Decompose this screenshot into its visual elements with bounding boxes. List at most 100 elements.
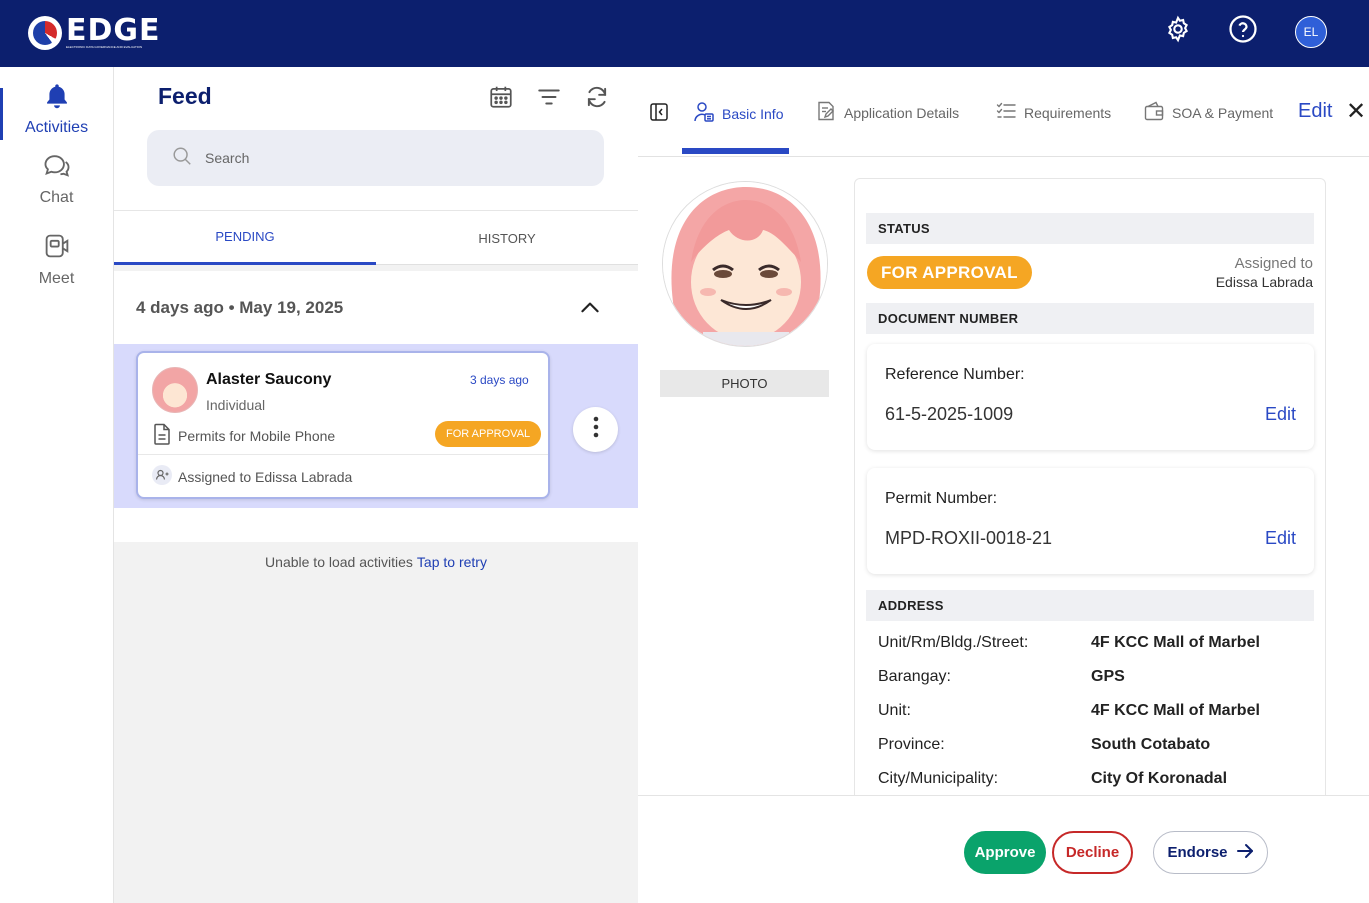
document-number-section-header: DOCUMENT NUMBER <box>866 303 1314 334</box>
assigned-text: Assigned to Edissa Labrada <box>178 468 353 485</box>
tab-history[interactable]: HISTORY <box>376 211 638 265</box>
date-group-header[interactable]: 4 days ago • May 19, 2025 <box>114 271 638 344</box>
more-options-button[interactable] <box>573 407 618 452</box>
search-placeholder: Search <box>205 150 250 166</box>
user-avatar[interactable]: EL <box>1295 16 1327 48</box>
error-text: Unable to load activities <box>265 554 413 570</box>
applicant-photo <box>662 181 828 347</box>
edit-button[interactable]: Edit <box>1298 100 1332 123</box>
tab-basic-info[interactable]: Basic Info <box>694 101 783 126</box>
applicant-name: Alaster Saucony <box>206 371 332 388</box>
tab-pending[interactable]: PENDING <box>114 211 376 265</box>
help-icon[interactable] <box>1228 14 1258 44</box>
feed-title: Feed <box>158 83 212 109</box>
close-icon[interactable]: ✕ <box>1346 100 1366 124</box>
video-icon <box>43 231 71 266</box>
tab-application-details-label: Application Details <box>844 104 960 121</box>
address-row: Barangay: GPS <box>878 668 1308 692</box>
status-section-header: STATUS <box>866 213 1314 244</box>
status-badge-large: FOR APPROVAL <box>867 256 1032 289</box>
address-key: Province: <box>878 736 945 753</box>
reference-number-label: Reference Number: <box>885 366 1025 383</box>
assigned-to-label: Assigned to <box>1234 255 1313 272</box>
address-value: GPS <box>1091 668 1125 685</box>
address-row: Unit: 4F KCC Mall of Marbel <box>878 702 1308 726</box>
endorse-label: Endorse <box>1167 844 1228 861</box>
settings-gear-icon[interactable] <box>1163 14 1193 44</box>
basic-info-card: STATUS FOR APPROVAL Assigned to Edissa L… <box>854 178 1326 818</box>
more-vertical-icon <box>593 416 599 443</box>
address-value: 4F KCC Mall of Marbel <box>1091 634 1260 651</box>
tab-application-details[interactable]: Application Details <box>816 101 959 124</box>
tab-requirements-label: Requirements <box>1024 104 1112 121</box>
permit-number-label: Permit Number: <box>885 490 998 507</box>
nav-chat-label: Chat <box>39 188 74 206</box>
address-value: South Cotabato <box>1091 736 1211 753</box>
app-logo[interactable]: EDGE ELECTRONIC DATA GOVERNANCE AND EVAL… <box>28 15 178 51</box>
tab-soa-payment[interactable]: SOA & Payment <box>1144 101 1273 124</box>
status-badge: FOR APPROVAL <box>435 421 542 447</box>
address-key: City/Municipality: <box>878 770 999 787</box>
logo-text: EDGE <box>66 13 161 48</box>
address-key: Barangay: <box>878 668 951 685</box>
nav-activities-label: Activities <box>24 118 89 136</box>
card-timestamp: 3 days ago <box>470 373 529 387</box>
endorse-button[interactable]: Endorse <box>1153 831 1268 874</box>
feed-header: Feed Search PENDING HISTORY <box>114 67 638 265</box>
collapse-panel-icon[interactable] <box>650 103 668 121</box>
action-bar: Approve Decline Endorse <box>638 795 1369 903</box>
calendar-icon[interactable] <box>487 83 515 111</box>
wallet-icon <box>1144 101 1164 124</box>
search-input[interactable]: Search <box>147 130 604 186</box>
assigned-to-name: Edissa Labrada <box>1215 274 1313 290</box>
address-section-header: ADDRESS <box>866 590 1314 621</box>
feed-panel: Feed Search PENDING HISTORY 4 days ago •… <box>114 67 638 903</box>
tab-soa-payment-label: SOA & Payment <box>1172 104 1274 121</box>
edit-permit-number-button[interactable]: Edit <box>1265 528 1296 549</box>
nav-meet[interactable]: Meet <box>0 224 113 294</box>
address-value: City Of Koronadal <box>1091 770 1228 787</box>
address-row: Unit/Rm/Bldg./Street: 4F KCC Mall of Mar… <box>878 634 1308 658</box>
search-icon <box>171 145 193 172</box>
address-row: Province: South Cotabato <box>878 736 1308 760</box>
bell-icon <box>43 82 71 115</box>
load-error-message: Unable to load activities Tap to retry <box>114 554 638 570</box>
tab-requirements[interactable]: Requirements <box>996 101 1111 124</box>
arrow-right-icon <box>1236 843 1254 863</box>
applicant-avatar <box>152 367 198 413</box>
activity-card[interactable]: Alaster Saucony 3 days ago Individual Pe… <box>136 351 550 499</box>
address-key: Unit/Rm/Bldg./Street: <box>878 634 1029 651</box>
detail-panel: Basic Info Application Details Requireme… <box>638 67 1369 903</box>
user-info-icon <box>694 101 714 126</box>
reference-number-value: 61-5-2025-1009 <box>885 404 1014 424</box>
applicant-type: Individual <box>206 397 266 413</box>
nav-chat[interactable]: Chat <box>0 144 113 214</box>
tab-basic-info-label: Basic Info <box>722 105 784 122</box>
address-value: 4F KCC Mall of Marbel <box>1091 702 1260 719</box>
filter-icon[interactable] <box>535 83 563 111</box>
reference-number-card: Reference Number: 61-5-2025-1009 Edit <box>867 344 1314 450</box>
nav-activities[interactable]: Activities <box>0 74 113 144</box>
retry-link[interactable]: Tap to retry <box>417 554 487 570</box>
document-icon <box>152 423 172 448</box>
active-tab-indicator <box>682 148 789 154</box>
left-navigation: Activities Chat Meet <box>0 67 114 903</box>
chevron-up-icon[interactable] <box>577 295 603 321</box>
document-name: Permits for Mobile Phone <box>178 427 336 444</box>
approve-button[interactable]: Approve <box>964 831 1046 874</box>
checklist-icon <box>996 101 1016 124</box>
decline-button[interactable]: Decline <box>1052 831 1133 874</box>
top-bar: EDGE ELECTRONIC DATA GOVERNANCE AND EVAL… <box>0 0 1369 67</box>
card-document: Permits for Mobile Phone <box>152 423 335 448</box>
edit-reference-number-button[interactable]: Edit <box>1265 404 1296 425</box>
document-edit-icon <box>816 101 836 124</box>
refresh-icon[interactable] <box>583 83 611 111</box>
date-group-label: 4 days ago • May 19, 2025 <box>136 298 344 317</box>
photo-label: PHOTO <box>660 370 829 397</box>
assign-user-icon <box>152 465 172 488</box>
address-key: Unit: <box>878 702 911 719</box>
permit-number-value: MPD-ROXII-0018-21 <box>885 528 1053 548</box>
seal-icon <box>28 16 62 50</box>
card-assigned: Assigned to Edissa Labrada <box>152 465 352 488</box>
nav-meet-label: Meet <box>38 269 75 287</box>
